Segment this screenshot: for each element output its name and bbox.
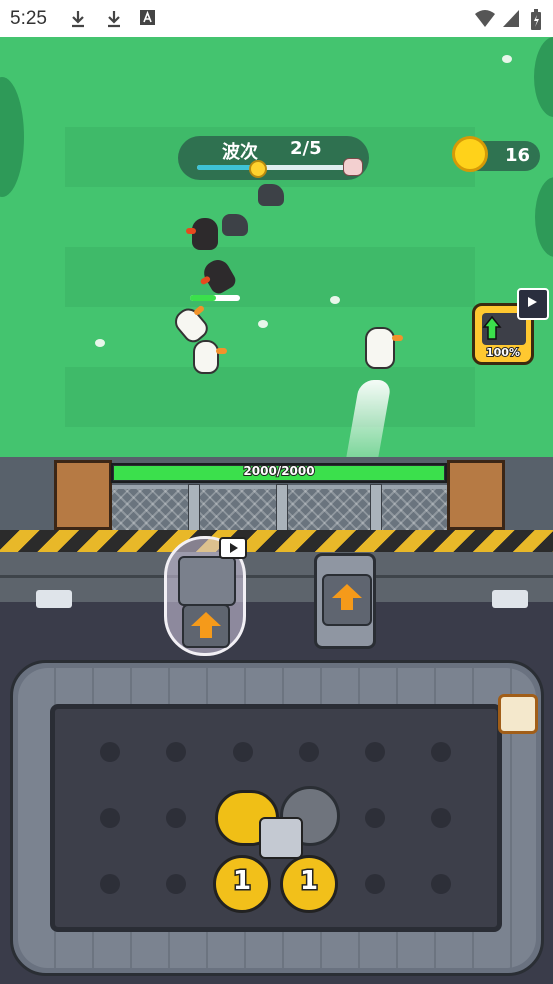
grass-stripe <box>65 247 475 307</box>
arrow-up-icon <box>332 584 362 598</box>
gear-level-label: 1 <box>298 865 319 898</box>
wooden-crate <box>54 460 112 530</box>
wave-panel <box>178 136 369 180</box>
board-slot[interactable] <box>431 742 451 762</box>
board-slot[interactable] <box>431 808 451 828</box>
flower <box>258 320 268 328</box>
cannon-left <box>178 556 236 606</box>
lamp <box>492 590 528 608</box>
flower <box>330 296 340 304</box>
video-ad-icon <box>517 288 549 320</box>
goose-unit-tile[interactable] <box>259 817 303 859</box>
gear-level-label: 1 <box>231 865 252 898</box>
tree <box>0 77 24 197</box>
signal-icon <box>503 10 519 27</box>
road-line <box>0 575 553 578</box>
enemy-hp-bar <box>190 295 240 301</box>
board-slot[interactable] <box>100 742 120 762</box>
board-slot[interactable] <box>100 874 120 894</box>
wall-hp-text: 2000/2000 <box>242 463 315 479</box>
board-slot[interactable] <box>365 742 385 762</box>
flower <box>502 55 512 63</box>
board-slot[interactable] <box>100 808 120 828</box>
goose-card-icon[interactable] <box>498 694 538 734</box>
arrow-stem <box>341 598 353 610</box>
wolf-enemy <box>258 184 284 206</box>
wave-label: 波次 <box>222 142 258 163</box>
battlefield <box>0 37 553 477</box>
board-slot[interactable] <box>299 742 319 762</box>
clock: 5:25 <box>10 8 47 29</box>
text-icon <box>140 10 155 25</box>
board-slot[interactable] <box>431 874 451 894</box>
wolf-enemy <box>222 214 248 236</box>
auto-merge-percent: 100% <box>485 345 521 360</box>
boss-skull-icon <box>343 158 363 176</box>
crow-enemy <box>186 218 218 250</box>
flower <box>95 339 105 347</box>
coin-icon <box>452 136 488 172</box>
board-slot[interactable] <box>365 874 385 894</box>
wifi-icon <box>475 10 495 27</box>
tree <box>535 177 553 257</box>
coin-count: 16 <box>505 145 531 166</box>
hazard-stripe <box>0 530 553 552</box>
video-ad-icon[interactable] <box>219 537 247 559</box>
battery-icon <box>531 9 541 30</box>
goose-hero <box>365 327 403 369</box>
status-bar: 5:25 <box>0 0 553 37</box>
arrow-up-icon <box>191 612 221 626</box>
wave-count: 2/5 <box>290 138 322 159</box>
board-slot[interactable] <box>166 808 186 828</box>
tree <box>534 37 553 117</box>
upgrade-button-right[interactable] <box>322 574 372 626</box>
board-slot[interactable] <box>166 874 186 894</box>
download-icon <box>108 11 120 28</box>
wave-progress-knob <box>248 160 267 178</box>
board-slot[interactable] <box>233 742 253 762</box>
download-icon <box>72 11 84 28</box>
lamp <box>36 590 72 608</box>
arrow-stem <box>200 626 212 638</box>
board-slot[interactable] <box>365 808 385 828</box>
upgrade-button-left[interactable] <box>182 604 230 648</box>
grass-stripe <box>65 367 475 427</box>
wooden-crate <box>447 460 505 530</box>
goose-ally <box>193 340 227 374</box>
board-slot[interactable] <box>166 742 186 762</box>
